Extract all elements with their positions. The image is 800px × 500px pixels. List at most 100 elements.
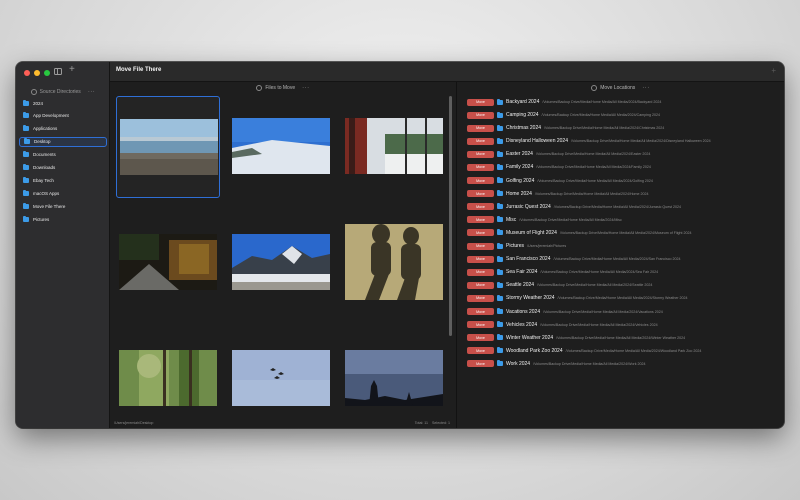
- sidebar-item[interactable]: Move File There: [19, 201, 107, 211]
- folder-icon: [497, 294, 503, 301]
- close-window-button[interactable]: [24, 70, 30, 76]
- beach-lake-photo: [120, 119, 218, 175]
- move-button[interactable]: Move: [467, 308, 494, 315]
- minimize-window-button[interactable]: [34, 70, 40, 76]
- move-button[interactable]: Move: [467, 177, 494, 185]
- move-button[interactable]: Move: [467, 203, 494, 211]
- folder-circle-icon: [30, 89, 37, 95]
- folder-icon: [497, 268, 503, 275]
- move-location-path: /Volumes/Backup Drive/Media/Home Media/A…: [533, 361, 646, 366]
- move-location-path: /Volumes/Backup Drive/Media/Home Media/A…: [542, 100, 662, 104]
- move-location-path: /Volumes/Backup Drive/Media/Home Media/A…: [535, 152, 651, 157]
- move-button[interactable]: Move: [467, 281, 494, 289]
- file-thumbnail-cell[interactable]: [342, 96, 446, 198]
- sidebar-item-label: 2024: [33, 100, 44, 106]
- sidebar-item[interactable]: Desktop: [19, 136, 107, 147]
- move-location-name: Christmas 2024: [506, 125, 542, 132]
- forest-trail-photo: [119, 234, 217, 290]
- move-button[interactable]: Move: [467, 321, 494, 329]
- move-button[interactable]: Move: [467, 137, 494, 145]
- move-location-path: /Volumes/Backup Drive/Media/Home Media/A…: [544, 126, 665, 131]
- move-location-path: /Volumes/Backup Drive/Media/Home Media/A…: [536, 165, 651, 170]
- move-location-row: Move Camping 2024/Volumes/Backup Drive/Me…: [467, 110, 779, 120]
- move-locations-more-button[interactable]: ···: [642, 85, 650, 91]
- folder-icon: [23, 112, 29, 119]
- folder-icon: [497, 150, 503, 157]
- sidebar-item[interactable]: Documents: [19, 150, 107, 160]
- move-location-path: /Volumes/Backup Drive/Media/Home Media/A…: [557, 296, 688, 301]
- files-more-button[interactable]: ···: [302, 85, 310, 91]
- sidebar-item[interactable]: App Development: [19, 111, 107, 121]
- file-thumbnail-cell[interactable]: [116, 212, 220, 314]
- move-button[interactable]: Move: [467, 242, 494, 250]
- file-thumbnail-cell[interactable]: [116, 96, 220, 198]
- file-thumbnail-cell[interactable]: [342, 328, 446, 428]
- folder-icon: [497, 203, 503, 210]
- move-location-name: Vehicles 2024: [506, 321, 538, 328]
- move-location-name: Backyard 2024: [506, 99, 540, 105]
- move-button[interactable]: Move: [467, 347, 494, 355]
- sidebar-item-label: Applications: [33, 126, 58, 132]
- move-location-path: /Volumes/Backup Drive/Media/Home Media/A…: [556, 335, 686, 340]
- move-button[interactable]: Move: [467, 124, 494, 132]
- move-button[interactable]: Move: [467, 255, 494, 263]
- folder-icon: [497, 124, 503, 131]
- move-location-row: Move Seattle 2024/Volumes/Backup Drive/Me…: [467, 280, 779, 290]
- sidebar-header: Source Directories ···: [16, 86, 110, 98]
- folder-icon: [497, 190, 503, 197]
- zoom-window-button[interactable]: [44, 70, 50, 76]
- sidebar-item[interactable]: Applications: [19, 124, 107, 134]
- move-location-row: Move Woodland Park Zoo 2024/Volumes/Backu…: [467, 346, 779, 356]
- move-button[interactable]: Move: [467, 229, 494, 237]
- move-location-path: /Volumes/Backup Drive/Media/Home Media/A…: [565, 348, 702, 353]
- folder-icon: [497, 163, 503, 170]
- sidebar-item[interactable]: Ebay Tech: [19, 175, 107, 185]
- move-location-row: Move Work 2024/Volumes/Backup Drive/Media…: [467, 359, 779, 369]
- move-location-row: Move Home 2024/Volumes/Backup Drive/Media…: [467, 189, 779, 199]
- move-button[interactable]: Move: [467, 268, 494, 276]
- move-location-row: Move Museum of Flight 2024/Volumes/Backup…: [467, 228, 779, 238]
- files-pane: Files to Move ··· /Users/jeremiah/Deskto…: [110, 82, 457, 428]
- move-button[interactable]: Move: [467, 334, 494, 342]
- sidebar-item-label: Documents: [33, 152, 56, 158]
- move-location-name: Pictures: [506, 243, 525, 250]
- move-button[interactable]: Move: [467, 294, 494, 302]
- folder-icon: [23, 215, 29, 222]
- move-location-name: Vacations 2024: [506, 308, 541, 315]
- move-button[interactable]: Move: [467, 111, 494, 119]
- sidebar-item[interactable]: Pictures: [19, 214, 107, 224]
- folder-icon: [23, 176, 29, 183]
- move-location-path: /Volumes/Backup Drive/Media/Home Media/A…: [519, 217, 622, 222]
- sidebar-item[interactable]: Downloads: [19, 162, 107, 172]
- file-thumbnail-cell[interactable]: [229, 96, 333, 198]
- folder-icon: [497, 216, 503, 223]
- move-location-path: /Volumes/Backup Drive/Media/Home Media/A…: [543, 309, 663, 314]
- move-location-path: /Volumes/Backup Drive/Media/Home Media/A…: [571, 139, 711, 144]
- app-window: + Source Directories ··· 2024 App Develop…: [16, 62, 784, 428]
- folder-icon: [497, 98, 503, 105]
- status-total: Total: 11: [414, 421, 429, 425]
- sidebar-item[interactable]: macOS Apps: [19, 188, 107, 198]
- files-circle-icon: [256, 85, 263, 91]
- status-counts: Total: 11 Selected: 1: [415, 421, 450, 425]
- move-button[interactable]: Move: [467, 190, 494, 198]
- move-button[interactable]: Move: [467, 150, 494, 158]
- file-thumbnail-cell[interactable]: [116, 328, 220, 428]
- window-controls: [24, 70, 50, 76]
- sidebar-item[interactable]: 2024: [19, 98, 107, 108]
- move-location-name: Work 2024: [506, 360, 531, 367]
- sidebar-toggle-icon[interactable]: [54, 68, 62, 75]
- move-button[interactable]: Move: [467, 360, 494, 368]
- move-button[interactable]: Move: [467, 216, 494, 224]
- move-button[interactable]: Move: [467, 163, 494, 171]
- file-thumbnail-cell[interactable]: [229, 328, 333, 428]
- add-source-button[interactable]: +: [69, 65, 75, 75]
- file-thumbnail-cell[interactable]: [229, 212, 333, 314]
- files-scrollbar[interactable]: [449, 96, 452, 336]
- file-thumbnail-cell[interactable]: [342, 212, 446, 314]
- sidebar-more-button[interactable]: ···: [88, 89, 96, 95]
- move-button[interactable]: Move: [467, 98, 494, 106]
- add-location-button[interactable]: +: [771, 67, 776, 75]
- sidebar-item-label: Ebay Tech: [33, 177, 54, 183]
- sidebar-item-label: App Development: [33, 113, 69, 119]
